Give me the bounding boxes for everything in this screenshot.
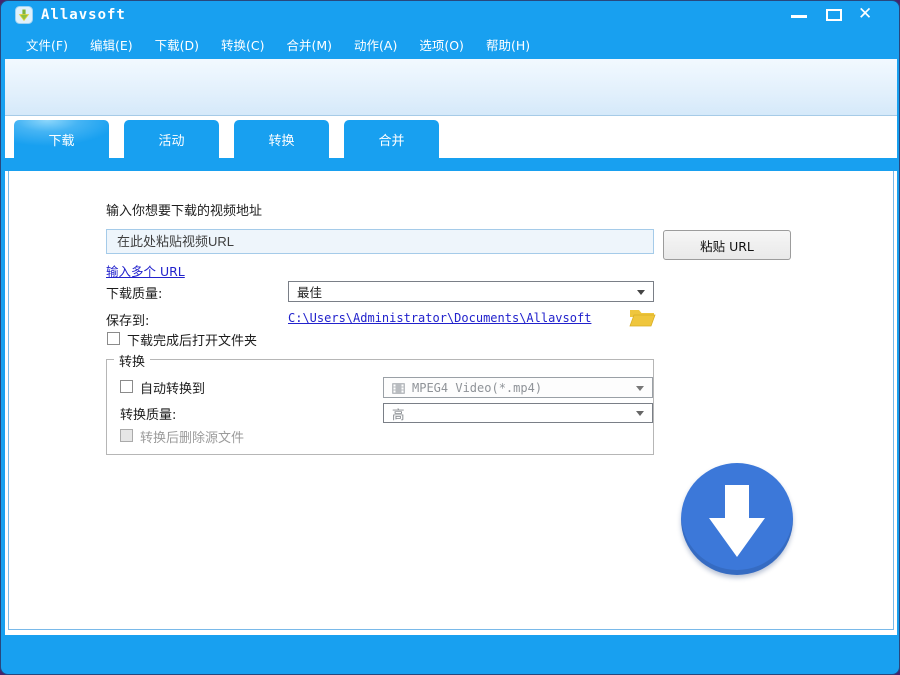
close-button[interactable]: ✕ <box>854 1 880 29</box>
delete-source-checkbox-label: 转换后删除源文件 <box>140 431 245 446</box>
chevron-down-icon <box>636 385 644 391</box>
tab-activity[interactable]: 活动 <box>124 120 219 159</box>
chevron-down-icon <box>636 411 644 416</box>
convert-quality-label: 转换质量: <box>120 408 177 423</box>
open-folder-checkbox[interactable] <box>107 332 120 345</box>
save-to-label: 保存到: <box>106 314 150 329</box>
download-quality-value: 最佳 <box>297 285 323 300</box>
auto-convert-checkbox[interactable] <box>120 380 133 393</box>
convert-quality-value: 高 <box>392 406 405 422</box>
title-bar: Allavsoft ✕ <box>1 1 899 29</box>
convert-format-select[interactable]: MPEG4 Video(*.mp4) <box>383 377 653 398</box>
tab-strip: 下载 活动 转换 合并 <box>5 115 897 159</box>
window-title: Allavsoft <box>41 7 126 23</box>
auto-convert-checkbox-label: 自动转换到 <box>140 382 206 397</box>
url-label: 输入你想要下载的视频地址 <box>106 204 263 219</box>
maximize-button[interactable] <box>821 1 847 29</box>
app-window: Allavsoft ✕ 文件(F) 编辑(E) 下载(D) 转换(C) 合并(M… <box>0 0 900 675</box>
tab-merge[interactable]: 合并 <box>344 120 439 159</box>
convert-group-title: 转换 <box>114 351 151 370</box>
minimize-icon <box>791 15 807 18</box>
tab-bar-underline <box>5 158 897 171</box>
download-arrow-icon <box>709 485 765 557</box>
save-path-link[interactable]: C:\Users\Administrator\Documents\Allavso… <box>288 311 591 325</box>
menu-help[interactable]: 帮助(H) <box>475 31 541 58</box>
save-folder-icon[interactable] <box>628 305 656 329</box>
delete-source-checkbox[interactable] <box>120 429 133 442</box>
menu-bar: 文件(F) 编辑(E) 下载(D) 转换(C) 合并(M) 动作(A) 选项(O… <box>5 29 897 59</box>
menu-file[interactable]: 文件(F) <box>15 31 79 58</box>
menu-action[interactable]: 动作(A) <box>343 31 408 58</box>
menu-download[interactable]: 下载(D) <box>144 31 210 58</box>
menu-edit[interactable]: 编辑(E) <box>79 31 144 58</box>
download-quality-label: 下载质量: <box>106 287 163 302</box>
menu-merge[interactable]: 合并(M) <box>275 31 343 58</box>
convert-quality-select[interactable]: 高 <box>383 403 653 423</box>
minimize-button[interactable] <box>786 1 812 29</box>
menu-options[interactable]: 选项(O) <box>408 31 475 58</box>
download-quality-select[interactable]: 最佳 <box>288 281 654 302</box>
chevron-down-icon <box>637 289 645 295</box>
toolbar: REC <box>5 59 897 165</box>
open-folder-checkbox-label: 下载完成后打开文件夹 <box>127 334 258 349</box>
url-input[interactable] <box>106 229 654 254</box>
app-logo-icon <box>15 6 33 24</box>
start-download-button[interactable] <box>681 463 793 575</box>
tab-convert[interactable]: 转换 <box>234 120 329 159</box>
convert-format-value: MPEG4 Video(*.mp4) <box>412 380 543 395</box>
video-format-icon <box>392 383 405 394</box>
menu-convert[interactable]: 转换(C) <box>210 31 275 58</box>
close-icon: ✕ <box>858 4 873 24</box>
maximize-icon <box>826 9 842 21</box>
tab-download[interactable]: 下载 <box>14 120 109 159</box>
paste-url-button[interactable]: 粘贴 URL <box>663 230 791 260</box>
multiple-url-link[interactable]: 输入多个 URL <box>106 261 185 280</box>
status-bar <box>5 635 897 672</box>
